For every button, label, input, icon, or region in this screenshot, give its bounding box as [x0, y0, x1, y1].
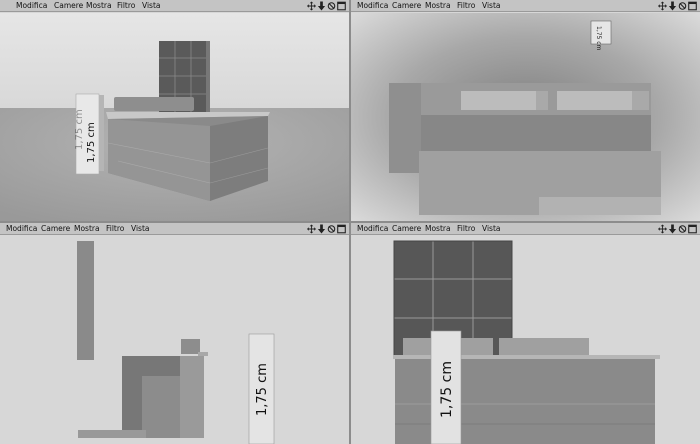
maximize-icon[interactable] [337, 1, 346, 11]
down-arrow-icon[interactable] [317, 224, 326, 234]
menu-modifica[interactable]: Modifica [6, 223, 37, 235]
viewport-canvas-right[interactable]: 1,75 cm [0, 236, 349, 444]
rotate-icon[interactable] [678, 224, 687, 234]
menu-camere[interactable]: Camere [392, 223, 421, 235]
dimension-panel: 1,75 cm [430, 330, 462, 444]
viewport-canvas-perspective[interactable]: 1,75 cm 1,75 cm [0, 13, 349, 221]
menu-vista[interactable]: Vista [482, 223, 501, 235]
menu-vista[interactable]: Vista [142, 0, 161, 12]
menu-camere[interactable]: Camere [41, 223, 70, 235]
viewport-canvas-top[interactable]: 1,75 cm [351, 13, 700, 221]
menu-vista[interactable]: Vista [131, 223, 150, 235]
move-icon[interactable] [307, 224, 316, 234]
down-arrow-icon[interactable] [668, 224, 677, 234]
menu-filtro[interactable]: Filtro [106, 223, 124, 235]
dimension-label-back: 1,75 cm [74, 109, 85, 150]
menu-filtro[interactable]: Filtro [457, 223, 475, 235]
menu-mostra[interactable]: Mostra [425, 223, 451, 235]
menu-modifica[interactable]: Modifica [16, 0, 47, 12]
menu-filtro[interactable]: Filtro [457, 0, 475, 12]
move-icon[interactable] [307, 1, 316, 11]
dimension-label: 1,75 cm [86, 122, 97, 163]
dimension-label: 1,75 cm [595, 26, 602, 51]
menu-mostra[interactable]: Mostra [425, 0, 451, 12]
viewport-menubar: Modifica Camere Mostra Filtro Vista [351, 223, 700, 235]
down-arrow-icon[interactable] [317, 1, 326, 11]
maximize-icon[interactable] [688, 1, 697, 11]
dimension-panel: 1,75 cm 1,75 cm [74, 93, 104, 175]
viewport-canvas-front[interactable]: 1,75 cm [351, 236, 700, 444]
menu-modifica[interactable]: Modifica [357, 223, 388, 235]
menu-mostra[interactable]: Mostra [74, 223, 100, 235]
maximize-icon[interactable] [337, 224, 346, 234]
menu-camere[interactable]: Camere [392, 0, 421, 12]
maximize-icon[interactable] [688, 224, 697, 234]
viewport-menubar: Modifica Camere Mostra Filtro Vista [0, 0, 349, 12]
menu-modifica[interactable]: Modifica [357, 0, 388, 12]
menu-filtro[interactable]: Filtro [117, 0, 135, 12]
viewport-menubar: Modifica Camere Mostra Filtro Vista [351, 0, 700, 12]
menu-camere[interactable]: Camere [54, 0, 83, 12]
menu-mostra[interactable]: Mostra [86, 0, 112, 12]
rotate-icon[interactable] [327, 1, 336, 11]
viewport-top[interactable]: Modifica Camere Mostra Filtro Vista 1,75… [351, 0, 700, 221]
dimension-label: 1,75 cm [439, 361, 455, 418]
dimension-panel: 1,75 cm [248, 333, 275, 444]
move-icon[interactable] [658, 224, 667, 234]
viewport-menubar: Modifica Camere Mostra Filtro Vista [0, 223, 349, 235]
viewport-perspective[interactable]: Modifica Camere Mostra Filtro Vista 1,75… [0, 0, 349, 221]
viewport-front[interactable]: Modifica Camere Mostra Filtro Vista 1,75… [351, 223, 700, 444]
dimension-label: 1,75 cm [255, 363, 270, 416]
down-arrow-icon[interactable] [668, 1, 677, 11]
bookshelf-side [77, 241, 94, 360]
menu-vista[interactable]: Vista [482, 0, 501, 12]
rotate-icon[interactable] [327, 224, 336, 234]
rotate-icon[interactable] [678, 1, 687, 11]
viewport-right[interactable]: Modifica Camere Mostra Filtro Vista 1,75… [0, 223, 349, 444]
desk-top-view [389, 83, 661, 215]
move-icon[interactable] [658, 1, 667, 11]
